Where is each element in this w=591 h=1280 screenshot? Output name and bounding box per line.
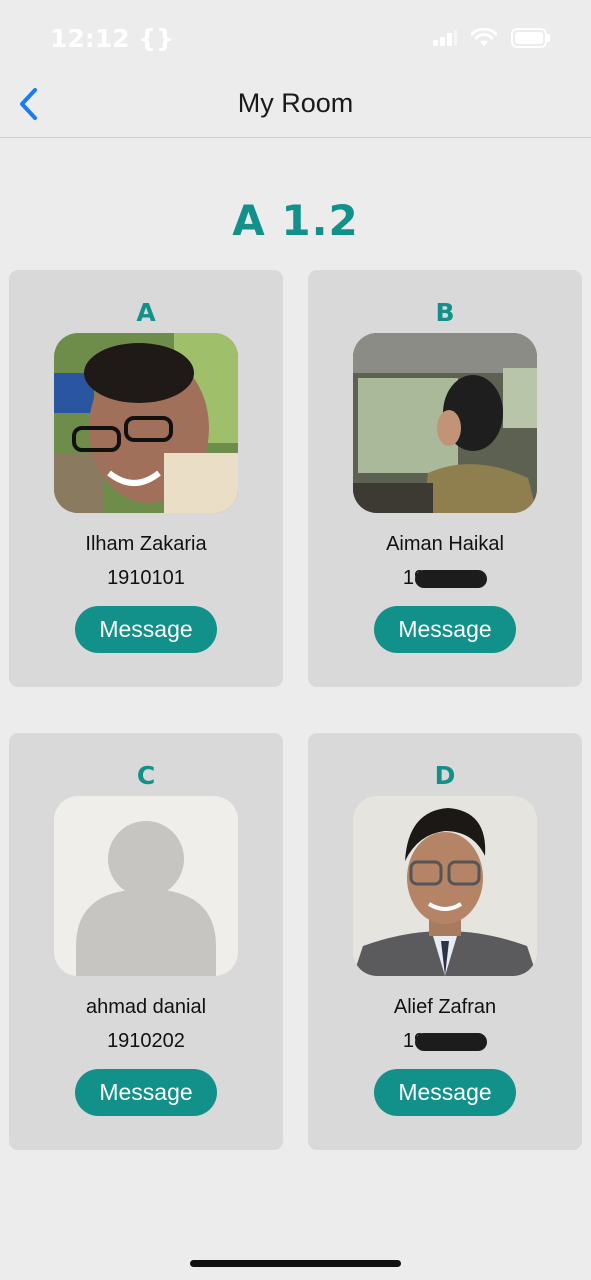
roommate-name: Alief Zafran xyxy=(393,996,497,1018)
roommate-id: 1910101 xyxy=(107,567,185,589)
roommate-id: 19 xyxy=(308,1030,582,1053)
status-time: 12:12 {} xyxy=(50,24,174,53)
status-bar: 12:12 {} xyxy=(0,0,591,80)
room-title: A 1.2 xyxy=(232,196,359,245)
photo-aiman xyxy=(353,333,537,513)
bed-letter: D xyxy=(434,761,456,790)
bed-letter: B xyxy=(435,298,455,327)
message-button[interactable]: Message xyxy=(374,606,516,653)
message-button[interactable]: Message xyxy=(75,606,217,653)
roommate-name: Aiman Haikal xyxy=(386,533,504,555)
roommate-id: 19 xyxy=(308,567,582,590)
signal-icon xyxy=(433,30,457,46)
bed-letter: C xyxy=(136,761,156,790)
roommate-card-b: B Aiman Haikal 19 Message xyxy=(308,270,582,687)
avatar-placeholder xyxy=(54,796,238,976)
status-icons xyxy=(433,28,551,48)
roommate-name: ahmad danial xyxy=(85,996,207,1018)
bed-letter: A xyxy=(136,298,156,327)
message-button[interactable]: Message xyxy=(374,1069,516,1116)
roommate-name: Ilham Zakaria xyxy=(85,533,207,555)
photo-alief xyxy=(353,796,537,976)
redaction-bar xyxy=(415,1032,488,1051)
wifi-icon xyxy=(471,28,497,46)
roommate-card-c: C ahmad danial 1910202 Message xyxy=(9,733,283,1150)
roommate-card-d: D Alief Zafran 19 Message xyxy=(308,733,582,1150)
battery-icon xyxy=(511,28,550,48)
home-indicator[interactable] xyxy=(190,1260,401,1267)
message-button[interactable]: Message xyxy=(75,1069,217,1116)
page-title: My Room xyxy=(237,88,354,118)
roommate-card-a: A Ilham Zakaria 1910101 Message xyxy=(9,270,283,687)
roommate-id: 1910202 xyxy=(107,1030,185,1052)
nav-bar: My Room xyxy=(0,72,591,138)
photo-ilham xyxy=(54,333,238,513)
redaction-bar xyxy=(415,569,488,588)
